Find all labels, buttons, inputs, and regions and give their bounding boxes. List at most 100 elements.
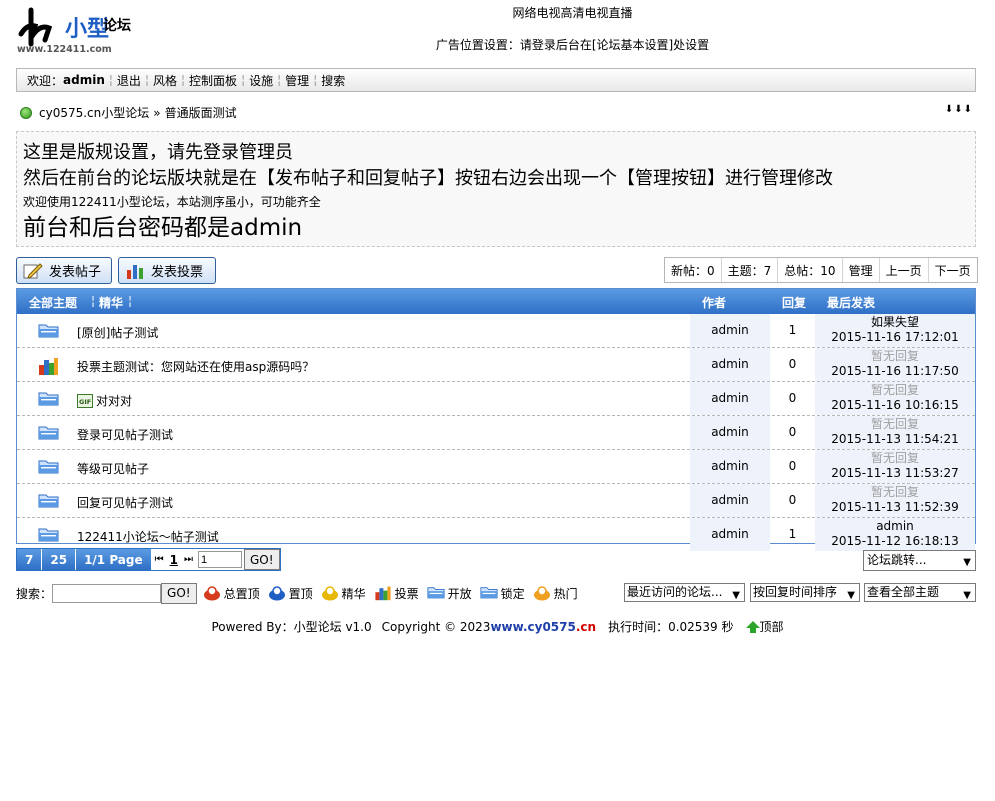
forum-jump-value: 论坛跳转... xyxy=(867,553,927,567)
legend-item: 锁定 xyxy=(480,585,525,602)
hot-icon xyxy=(533,585,551,601)
sort-order-select[interactable]: 按回复时间排序 ▼ xyxy=(750,583,860,602)
legend-label: 总置顶 xyxy=(223,586,260,601)
topic-last-post: admin 2015-11-12 16:18:13 xyxy=(815,518,975,551)
new-poll-button[interactable]: 发表投票 xyxy=(118,257,216,284)
legend-item: 热门 xyxy=(533,585,578,602)
current-page-link[interactable]: 1 xyxy=(167,553,181,567)
rules-line-4: 前台和后台密码都是admin xyxy=(23,215,303,241)
first-page-icon[interactable]: ⏮ xyxy=(152,554,167,565)
folder-icon xyxy=(38,424,59,440)
topic-author-link[interactable]: admin xyxy=(690,416,770,449)
recent-forums-select[interactable]: 最近访问的论坛... ▼ xyxy=(624,583,745,602)
footer-domain-suffix: .cn xyxy=(575,619,597,634)
prev-page-link[interactable]: 上一页 xyxy=(880,258,929,282)
topic-table-header: 全部主题 ¦ 精华 ¦ 作者 回复 最后发表 xyxy=(17,289,975,314)
topic-reply-count: 1 xyxy=(788,527,797,541)
forum-jump-select[interactable]: 论坛跳转... ▼ xyxy=(863,550,976,571)
ad-top-link[interactable]: 网络电视高清电视直播 xyxy=(0,4,995,21)
nav-separator: ¦ xyxy=(277,73,282,87)
topic-last-post: 如果失望 2015-11-16 17:12:01 xyxy=(815,314,975,347)
rules-line-1: 这里是版规设置，请先登录管理员 xyxy=(23,142,293,163)
last-post-time: 2015-11-13 11:53:27 xyxy=(831,466,959,480)
pager-topic-count: 7 xyxy=(17,549,43,570)
ad-setting-text: 广告位置设置：请登录后台在[论坛基本设置]处设置 xyxy=(435,38,710,52)
page-go-button[interactable]: GO! xyxy=(243,549,280,570)
global-top-icon xyxy=(203,585,221,601)
manage-link[interactable]: 管理 xyxy=(843,258,880,282)
legend-item: 开放 xyxy=(427,585,472,602)
breadcrumb-status-icon xyxy=(20,106,32,119)
nav-facilities-link[interactable]: 设施 xyxy=(249,72,273,89)
legend-item: 精华 xyxy=(321,585,366,602)
topic-author-link[interactable]: admin xyxy=(690,314,770,347)
search-go-button[interactable]: GO! xyxy=(161,582,197,604)
topic-row: 等级可见帖子 admin 0 暂无回复 2015-11-13 11:53:27 xyxy=(17,449,975,483)
back-to-top-link[interactable]: 顶部 xyxy=(745,618,784,635)
copyright-text: Copyright © 2023 xyxy=(381,619,491,634)
last-post-user: 暂无回复 xyxy=(870,383,919,397)
search-input[interactable] xyxy=(52,583,162,603)
lock-icon xyxy=(480,585,498,601)
topic-row: 投票主题测试：您网站还在使用asp源码吗？ admin 0 暂无回复 2015-11-1… xyxy=(17,347,975,381)
nav-control-panel-link[interactable]: 控制面板 xyxy=(189,72,237,89)
last-page-icon[interactable]: ⏭ xyxy=(181,554,196,565)
last-post-time: 2015-11-12 16:18:13 xyxy=(831,534,959,548)
last-post-user: 暂无回复 xyxy=(870,451,919,465)
topic-reply-count: 0 xyxy=(788,425,797,439)
topic-title-text: 等级可见帖子 xyxy=(77,462,150,476)
breadcrumb-site-link[interactable]: cy0575.cn小型论坛 xyxy=(39,104,149,121)
nav-manage-link[interactable]: 管理 xyxy=(285,72,309,89)
legend-label: 置顶 xyxy=(288,586,313,601)
next-page-link[interactable]: 下一页 xyxy=(929,258,977,282)
topic-title-link[interactable]: [原创]帖子测试 xyxy=(77,324,158,341)
last-post-user[interactable]: 如果失望 xyxy=(815,315,975,330)
topic-title-link[interactable]: 122411小论坛～帖子测试 xyxy=(77,528,219,545)
pager-per-page: 25 xyxy=(42,549,77,570)
topic-title-link[interactable]: GIF 对对对 xyxy=(77,392,132,409)
page-number-input[interactable] xyxy=(197,551,242,568)
view-filter-select[interactable]: 查看全部主题 ▼ xyxy=(864,583,976,602)
tab-all-topics[interactable]: 全部主题 xyxy=(29,294,77,311)
board-stats: 新帖：0 主题：7 总帖：10 管理 上一页 下一页 xyxy=(664,257,978,283)
username-link[interactable]: admin xyxy=(63,73,105,87)
topic-author-link[interactable]: admin xyxy=(690,450,770,483)
topic-author-link[interactable]: admin xyxy=(690,348,770,381)
new-post-button[interactable]: 发表帖子 xyxy=(16,257,112,284)
topic-author-link[interactable]: admin xyxy=(690,382,770,415)
breadcrumb-board-link[interactable]: 普通版面测试 xyxy=(165,104,237,121)
footer-domain-link[interactable]: www.cy0575 xyxy=(490,620,575,634)
recent-forums-value: 最近访问的论坛... xyxy=(627,585,723,599)
nav-style-link[interactable]: 风格 xyxy=(153,72,177,89)
topic-title-link[interactable]: 登录可见帖子测试 xyxy=(77,426,173,443)
stat-new-posts: 新帖：0 xyxy=(665,258,722,282)
stat-total-posts: 总帖：10 xyxy=(778,258,843,282)
nav-search-link[interactable]: 搜索 xyxy=(321,72,345,89)
topic-author-link[interactable]: admin xyxy=(690,484,770,517)
header-separator: ¦ xyxy=(128,294,133,308)
legend-label: 开放 xyxy=(447,586,472,601)
topic-row: 登录可见帖子测试 admin 0 暂无回复 2015-11-13 11:54:21 xyxy=(17,415,975,449)
last-post-user[interactable]: admin xyxy=(815,519,975,534)
last-post-time: 2015-11-13 11:54:21 xyxy=(831,432,959,446)
rules-line-2: 然后在前台的论坛版块就是在【发布帖子和回复帖子】按钮右边会出现一个【管理按钮】进… xyxy=(23,168,833,189)
nav-separator: ¦ xyxy=(108,73,113,87)
expand-arrows-icon[interactable]: ⬇⬇⬇ xyxy=(945,104,973,115)
topic-title-text: [原创]帖子测试 xyxy=(77,326,159,340)
last-post-user: 暂无回复 xyxy=(870,349,919,363)
topic-list: [原创]帖子测试 admin 1 如果失望 2015-11-16 17:12:01 投票主… xyxy=(17,314,975,551)
pager-page-info: 1/1 Page xyxy=(76,549,152,570)
legend-label: 精华 xyxy=(341,586,366,601)
nav-logout-link[interactable]: 退出 xyxy=(117,72,141,89)
tab-elite[interactable]: 精华 xyxy=(99,294,123,311)
topic-title-link[interactable]: 等级可见帖子 xyxy=(77,460,149,477)
topic-title-link[interactable]: 回复可见帖子测试 xyxy=(77,494,173,511)
topic-table: 全部主题 ¦ 精华 ¦ 作者 回复 最后发表 [原创]帖子测试 admin 1 如果失… xyxy=(16,288,976,551)
topic-author-link[interactable]: admin xyxy=(690,518,770,551)
exec-time-text: 执行时间：0.02539 秒 xyxy=(608,620,734,634)
view-filter-value: 查看全部主题 xyxy=(867,585,940,599)
user-nav-bar: 欢迎： admin ¦ 退出 ¦ 风格 ¦ 控制面板 ¦ 设施 ¦ 管理 ¦ 搜… xyxy=(16,68,976,92)
topic-last-post: 暂无回复 2015-11-13 11:54:21 xyxy=(815,416,975,449)
topic-title-link[interactable]: 投票主题测试：您网站还在使用asp源码吗？ xyxy=(77,358,314,375)
folder-icon xyxy=(38,322,59,338)
